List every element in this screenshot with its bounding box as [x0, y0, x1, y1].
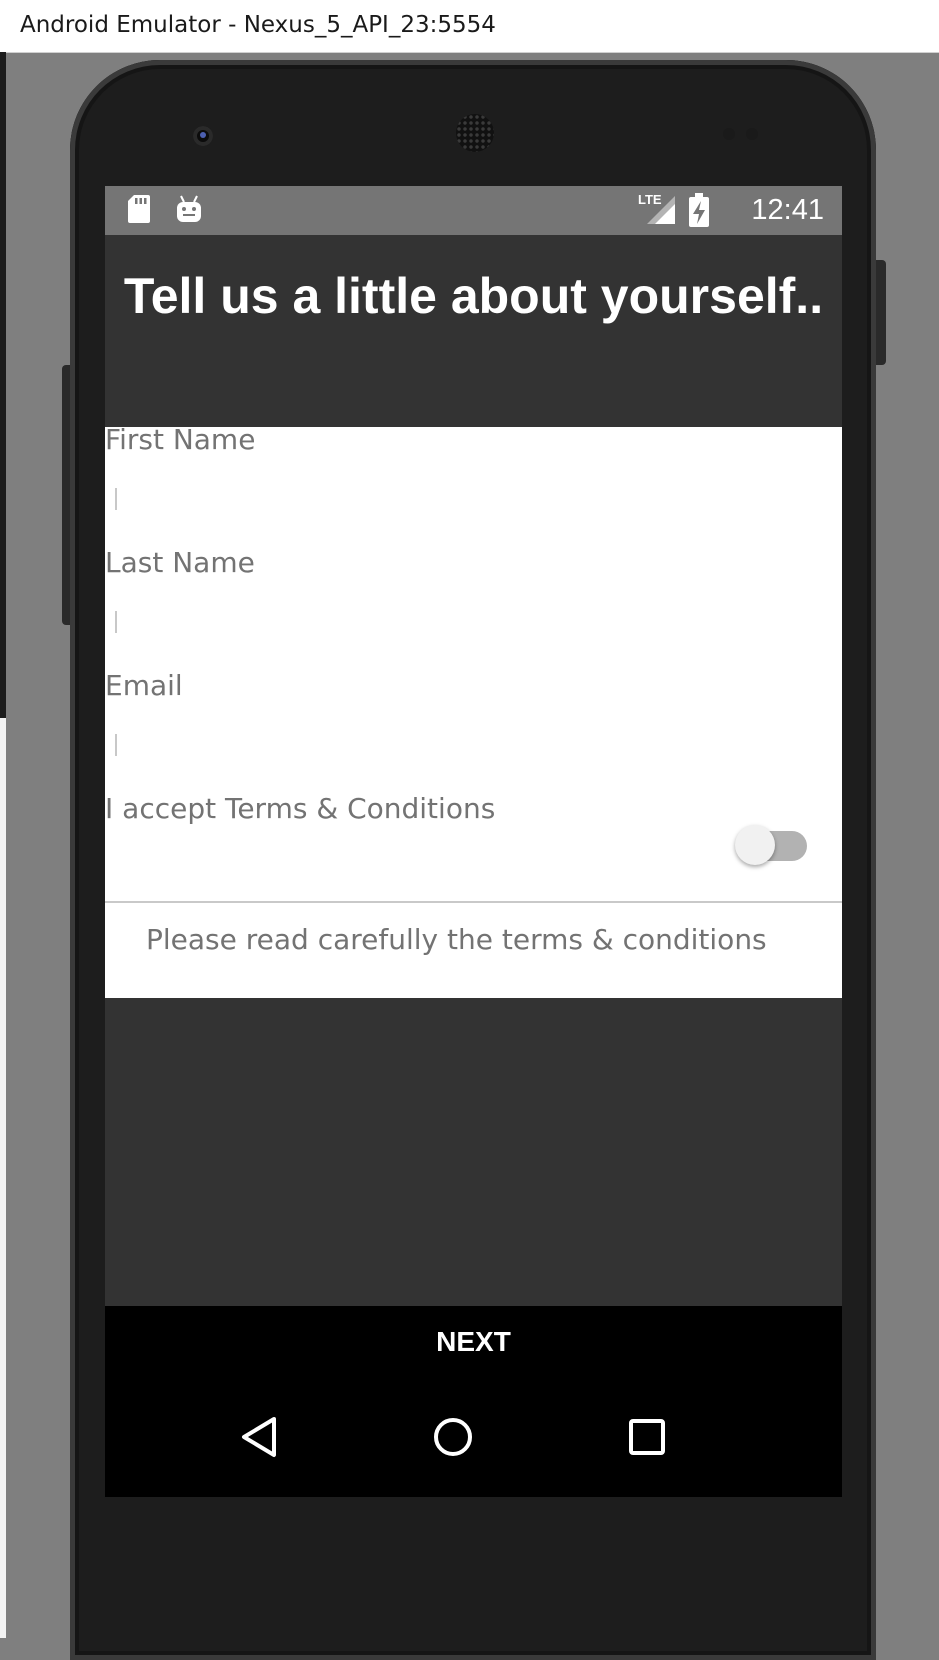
page-title: Tell us a little about yourself..: [123, 268, 824, 324]
status-time: 12:41: [751, 194, 824, 226]
emulator-titlebar: Android Emulator - Nexus_5_API_23:5554: [0, 0, 939, 53]
terms-label: I accept Terms & Conditions: [105, 792, 496, 825]
svg-text:LTE: LTE: [638, 192, 662, 207]
background-window-edge: [0, 52, 6, 718]
navigation-bar: [105, 1377, 842, 1497]
lte-signal-icon: LTE: [638, 192, 675, 224]
divider: [105, 901, 842, 903]
battery-charging-icon: [689, 193, 709, 227]
sd-card-icon: [128, 195, 150, 223]
earpiece-speaker-icon: [456, 114, 494, 152]
last-name-label: Last Name: [105, 546, 255, 579]
first-name-field[interactable]: [105, 467, 842, 527]
next-button[interactable]: NEXT: [105, 1306, 842, 1377]
status-bar: LTE 12:41: [105, 186, 842, 235]
front-camera-icon: [193, 126, 213, 146]
background-window-edge-lower: [0, 718, 6, 1638]
email-label: Email: [105, 669, 183, 702]
last-name-cursor: [115, 611, 117, 633]
proximity-sensor-icon: [723, 128, 735, 140]
first-name-label: First Name: [105, 423, 256, 456]
page-header: Tell us a little about yourself..: [105, 235, 842, 427]
first-name-cursor: [115, 488, 117, 510]
back-icon[interactable]: [230, 1407, 290, 1467]
device-screen: LTE 12:41 Tell us a little about yoursel…: [105, 186, 842, 1497]
light-sensor-icon: [746, 128, 758, 140]
email-field[interactable]: [105, 713, 842, 773]
home-icon[interactable]: [423, 1407, 483, 1467]
last-name-field[interactable]: [105, 590, 842, 650]
email-cursor: [115, 734, 117, 756]
registration-form: First Name Last Name Email I accept Term…: [105, 423, 842, 998]
terms-toggle-thumb: [735, 825, 775, 865]
terms-toggle[interactable]: [735, 823, 815, 867]
window-title: Android Emulator - Nexus_5_API_23:5554: [20, 12, 496, 38]
power-button[interactable]: [876, 260, 886, 365]
terms-note: Please read carefully the terms & condit…: [146, 923, 767, 956]
recents-icon[interactable]: [617, 1407, 677, 1467]
android-debug-icon: [177, 195, 201, 222]
